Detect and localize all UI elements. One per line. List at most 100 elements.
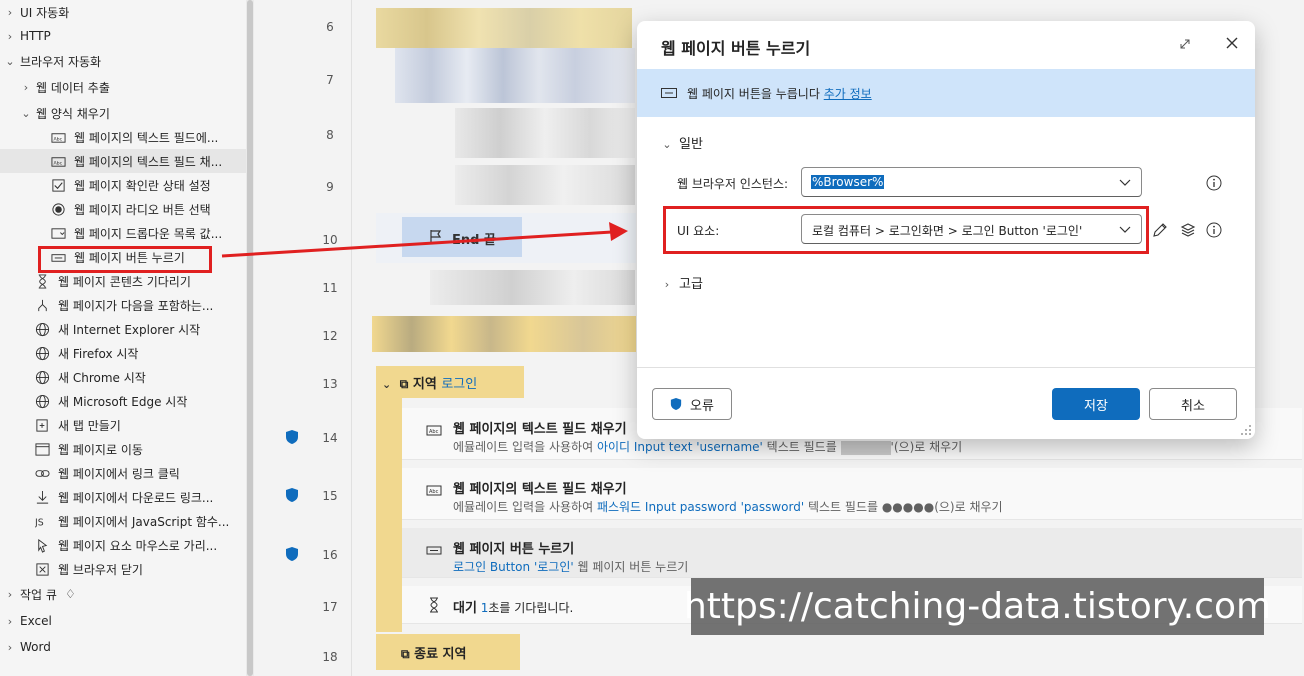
sidebar-item[interactable]: JS 웹 페이지에서 JavaScript 함수...	[0, 509, 246, 533]
ui-element-select[interactable]: 로컬 컴퓨터 > 로그인화면 > 로그인 Button '로그인'	[801, 214, 1142, 244]
sidebar-item-label: 웹 페이지 드롭다운 목록 값...	[74, 226, 223, 241]
expand-icon[interactable]	[1178, 37, 1192, 51]
step-title: 웹 페이지의 텍스트 필드 채우기	[453, 482, 627, 497]
chevron-right-icon[interactable]: ›	[4, 6, 16, 19]
sidebar-item[interactable]: Abc 웹 페이지의 텍스트 필드에...	[0, 125, 246, 149]
info-icon[interactable]	[1206, 175, 1222, 191]
hourglass-icon	[34, 273, 50, 289]
cancel-button[interactable]: 취소	[1149, 388, 1237, 420]
sidebar-item[interactable]: › HTTP	[0, 24, 246, 48]
section-advanced-header[interactable]: › 고급	[661, 273, 703, 292]
chevron-down-icon	[1119, 179, 1131, 186]
hourglass-icon	[430, 597, 438, 613]
blurred-step	[395, 48, 635, 103]
layers-icon[interactable]	[1180, 222, 1196, 238]
radio-icon	[50, 201, 66, 217]
sidebar-item[interactable]: › Excel	[0, 609, 246, 633]
sidebar-item[interactable]: 새 Firefox 시작	[0, 341, 246, 365]
sidebar-item-highlight	[38, 246, 212, 273]
chevron-down-icon[interactable]: ⌄	[4, 55, 16, 68]
sidebar-item[interactable]: 웹 브라우저 닫기	[0, 557, 246, 581]
sidebar-item[interactable]: 웹 페이지 확인란 상태 설정	[0, 173, 246, 197]
sidebar-item[interactable]: ⌄ 웹 양식 채우기	[0, 101, 246, 125]
save-button[interactable]: 저장	[1052, 388, 1140, 420]
sidebar-item[interactable]: Abc 웹 페이지의 텍스트 필드 채...	[0, 149, 246, 173]
sidebar-item[interactable]: › Word	[0, 635, 246, 659]
sidebar-item[interactable]: 새 Microsoft Edge 시작	[0, 389, 246, 413]
premium-diamond-icon: ♢	[64, 587, 76, 601]
textfield-icon: Abc	[426, 485, 442, 496]
line-number: 11	[322, 281, 338, 295]
close-box-icon	[34, 561, 50, 577]
chevron-right-icon[interactable]: ›	[4, 615, 16, 628]
region-icon: ⧉	[399, 377, 409, 391]
dialog-title: 웹 페이지 버튼 누르기	[661, 39, 811, 58]
chevron-right-icon[interactable]: ›	[4, 588, 16, 601]
sidebar-item[interactable]: › UI 자동화	[0, 0, 246, 24]
sidebar-item-label: 웹 페이지 확인란 상태 설정	[74, 178, 211, 193]
sidebar-item[interactable]: 새 Chrome 시작	[0, 365, 246, 389]
sidebar-item-label: 웹 데이터 추출	[36, 80, 110, 95]
blurred-step	[455, 108, 635, 158]
sidebar-item[interactable]: 웹 페이지에서 링크 클릭	[0, 461, 246, 485]
chevron-down-icon	[1119, 226, 1131, 233]
step-title: 대기 1초를 기다립니다.	[453, 601, 574, 616]
chevron-down-icon[interactable]: ⌄	[20, 107, 32, 120]
section-general-header[interactable]: ⌄ 일반	[661, 133, 703, 152]
step-description: 로그인 Button '로그인' 웹 페이지 버튼 누르기	[453, 560, 689, 574]
resize-grip-icon[interactable]	[1240, 424, 1252, 436]
blurred-step	[376, 8, 632, 48]
flow-step-fill-password[interactable]: Abc 웹 페이지의 텍스트 필드 채우기 에뮬레이트 입력을 사용하여 패스워…	[402, 468, 1302, 520]
sidebar-item-label: 웹 양식 채우기	[36, 106, 110, 121]
error-handling-button[interactable]: 오류	[652, 388, 732, 420]
sidebar-item[interactable]: 웹 페이지 드롭다운 목록 값...	[0, 221, 246, 245]
sidebar-item[interactable]: › 웹 데이터 추출	[0, 75, 246, 99]
sidebar-item-label: 새 Microsoft Edge 시작	[58, 394, 188, 409]
sidebar-item-label: 웹 페이지에서 JavaScript 함수...	[58, 514, 230, 529]
ui-element-label: UI 요소:	[677, 224, 720, 238]
pencil-icon[interactable]	[1152, 222, 1168, 238]
sidebar-item[interactable]: 웹 페이지 라디오 버튼 선택	[0, 197, 246, 221]
globe-icon	[34, 393, 50, 409]
flag-icon	[430, 230, 442, 244]
watermark: https://catching-data.tistory.com	[684, 578, 1271, 635]
sidebar-item[interactable]: › 작업 큐 ♢	[0, 582, 246, 606]
info-icon[interactable]	[1206, 222, 1222, 238]
globe-icon	[34, 321, 50, 337]
sidebar-item-label: 브라우저 자동화	[20, 54, 102, 69]
shield-icon[interactable]	[285, 546, 299, 562]
chevron-right-icon[interactable]: ›	[20, 81, 32, 94]
line-number: 10	[322, 233, 338, 247]
sidebar-item-label: 새 탭 만들기	[58, 418, 121, 433]
sidebar-item-label: HTTP	[20, 29, 51, 43]
sidebar-item[interactable]: 새 Internet Explorer 시작	[0, 317, 246, 341]
close-icon[interactable]	[1224, 35, 1240, 51]
sidebar-item[interactable]: 웹 페이지 요소 마우스로 가리...	[0, 533, 246, 557]
chevron-down-icon[interactable]: ⌄	[382, 378, 391, 391]
dialog-footer-divider	[637, 367, 1255, 368]
browser-instance-select[interactable]: %Browser%	[801, 167, 1142, 197]
shield-icon[interactable]	[285, 487, 299, 503]
pointer-icon	[34, 537, 50, 553]
svg-text:Abc: Abc	[429, 429, 439, 435]
sidebar-scrollbar-thumb[interactable]	[247, 0, 253, 676]
sidebar-item[interactable]: 웹 페이지가 다음을 포함하는...	[0, 293, 246, 317]
more-info-link[interactable]: 추가 정보	[824, 87, 872, 101]
line-number: 17	[322, 600, 338, 614]
chevron-right-icon[interactable]: ›	[4, 30, 16, 43]
region-end-label: ⧉ 종료 지역	[401, 647, 467, 662]
flow-step-press-button[interactable]: 웹 페이지 버튼 누르기 로그인 Button '로그인' 웹 페이지 버튼 누…	[402, 528, 1302, 578]
sidebar-item-label: 웹 페이지에서 다운로드 링크...	[58, 490, 214, 505]
new-tab-icon	[34, 417, 50, 433]
shield-icon[interactable]	[285, 429, 299, 445]
chevron-right-icon: ›	[664, 278, 670, 291]
chevron-right-icon[interactable]: ›	[4, 641, 16, 654]
region-name: 로그인	[441, 377, 478, 392]
sidebar-item[interactable]: 새 탭 만들기	[0, 413, 246, 437]
sidebar-item[interactable]: 웹 페이지로 이동	[0, 437, 246, 461]
link-icon	[34, 465, 50, 481]
line-number: 12	[322, 329, 338, 343]
region-start-label: ⌄ ⧉ 지역 로그인	[382, 373, 477, 392]
sidebar-item[interactable]: ⌄ 브라우저 자동화	[0, 49, 246, 73]
sidebar-item[interactable]: 웹 페이지에서 다운로드 링크...	[0, 485, 246, 509]
